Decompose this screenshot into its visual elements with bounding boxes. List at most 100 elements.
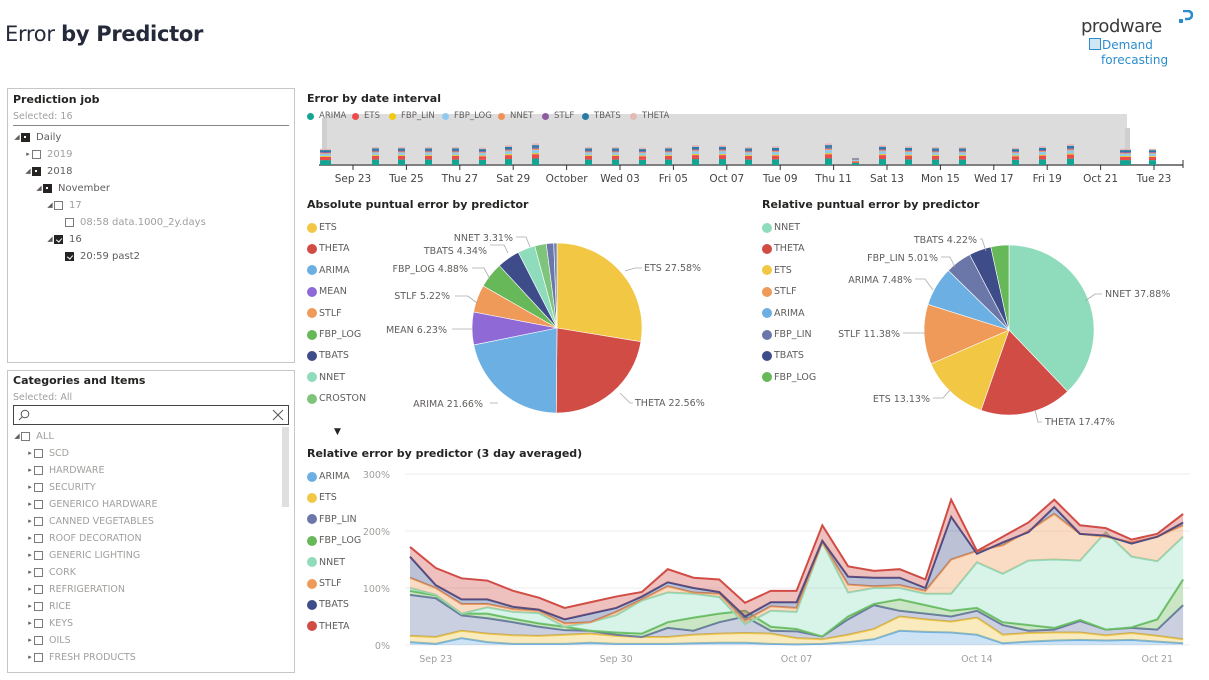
legend-item[interactable]: THETA	[307, 243, 350, 254]
tree-node[interactable]: ◢ Daily	[13, 129, 61, 145]
checkbox[interactable]	[54, 200, 63, 210]
legend-item[interactable]: TBATS	[762, 350, 804, 361]
timeline-legend-item[interactable]: NNET	[498, 111, 533, 121]
timeline-chart[interactable]: Sep 23 Tue 25 Thu 27 Sat 29 October Wed 03 Fri…	[305, 108, 1195, 188]
category-item[interactable]: ▸ REFRIGERATION	[26, 581, 125, 597]
legend-item[interactable]: NNET	[762, 222, 800, 233]
timeline-bar[interactable]	[532, 143, 539, 165]
caret-collapsed-icon[interactable]: ▸	[26, 551, 34, 559]
timeline-legend-item[interactable]: ARIMA	[307, 111, 346, 121]
category-item[interactable]: ▸ KEYS	[26, 615, 73, 631]
caret-collapsed-icon[interactable]: ▸	[26, 602, 34, 610]
checkbox[interactable]	[34, 567, 43, 577]
timeline-bar[interactable]	[692, 145, 699, 165]
categories-search-input[interactable]	[34, 407, 264, 421]
caret-collapsed-icon[interactable]: ▸	[26, 466, 34, 474]
timeline-bar[interactable]	[905, 146, 912, 165]
area-chart[interactable]: 0% 100% 200% 300% Sep 23 Sep 30 Oct 07 Oct 14 Oc…	[360, 462, 1209, 677]
timeline-bar[interactable]	[745, 147, 752, 165]
legend-item[interactable]: TBATS	[307, 350, 349, 361]
legend-item[interactable]: STLF	[307, 578, 342, 589]
timeline-bar[interactable]	[398, 147, 405, 165]
timeline-bar[interactable]	[585, 147, 592, 165]
timeline-bar[interactable]	[505, 145, 512, 165]
checkbox[interactable]	[65, 251, 74, 261]
category-item[interactable]: ▸ OILS	[26, 632, 70, 648]
timeline-bar[interactable]	[665, 147, 672, 165]
legend-item[interactable]: THETA	[307, 621, 350, 632]
caret-expanded-icon[interactable]: ◢	[13, 133, 21, 141]
checkbox[interactable]	[34, 584, 43, 594]
category-item[interactable]: ▸ HARDWARE	[26, 462, 104, 478]
timeline-bar[interactable]	[612, 147, 619, 165]
legend-item[interactable]: NNET	[307, 557, 345, 568]
checkbox[interactable]	[34, 533, 43, 543]
caret-collapsed-icon[interactable]: ▸	[26, 500, 34, 508]
clear-search-icon[interactable]	[272, 409, 284, 421]
timeline-bar[interactable]	[324, 148, 331, 165]
tree-node[interactable]: ◢ November	[35, 180, 110, 196]
timeline-bar[interactable]	[479, 147, 486, 165]
caret-expanded-icon[interactable]: ◢	[35, 184, 43, 192]
timeline-bar[interactable]	[1067, 144, 1074, 165]
caret-expanded-icon[interactable]: ◢	[24, 167, 32, 175]
timeline-legend-item[interactable]: FBP_LOG	[442, 111, 492, 121]
caret-expanded-icon[interactable]: ◢	[46, 201, 54, 209]
category-item[interactable]: ▸ SECURITY	[26, 479, 95, 495]
checkbox[interactable]	[34, 601, 43, 611]
timeline-bar[interactable]	[1149, 148, 1156, 165]
timeline-bar[interactable]	[932, 147, 939, 165]
category-item[interactable]: ▸ ROOF DECORATION	[26, 530, 141, 546]
timeline-bar[interactable]	[1012, 147, 1019, 165]
caret-expanded-icon[interactable]: ◢	[13, 432, 21, 440]
legend-item[interactable]: STLF	[307, 308, 342, 319]
timeline-bar[interactable]	[372, 147, 379, 165]
checkbox[interactable]	[21, 132, 30, 142]
checkbox[interactable]	[34, 482, 43, 492]
category-item[interactable]: ▸ FRESH PRODUCTS	[26, 649, 136, 665]
timeline-bar[interactable]	[959, 147, 966, 165]
legend-item[interactable]: TBATS	[307, 599, 349, 610]
legend-item[interactable]: ETS	[307, 222, 337, 233]
legend-item[interactable]: MEAN	[307, 286, 347, 297]
tree-node[interactable]: ◢ 2018	[24, 163, 72, 179]
checkbox[interactable]	[34, 635, 43, 645]
timeline-legend-item[interactable]: STLF	[542, 111, 574, 121]
timeline-bar[interactable]	[852, 157, 859, 165]
checkbox[interactable]	[34, 618, 43, 628]
checkbox[interactable]	[34, 499, 43, 509]
legend-item[interactable]: FBP_LIN	[307, 514, 357, 525]
legend-item[interactable]: THETA	[762, 243, 805, 254]
categories-scrollbar[interactable]	[282, 427, 289, 507]
tree-node[interactable]: 20:59 past2	[57, 248, 140, 264]
timeline-bar[interactable]	[1039, 146, 1046, 165]
legend-item[interactable]: ARIMA	[307, 471, 350, 482]
checkbox[interactable]	[32, 149, 41, 159]
pie-slice-ets[interactable]	[556, 242, 643, 343]
caret-collapsed-icon[interactable]: ▸	[26, 585, 34, 593]
checkbox[interactable]	[54, 234, 63, 244]
legend-item[interactable]: ETS	[307, 492, 337, 503]
timeline-bar[interactable]	[425, 147, 432, 165]
category-item[interactable]: ▸ RICE	[26, 598, 71, 614]
caret-collapsed-icon[interactable]: ▸	[26, 534, 34, 542]
caret-collapsed-icon[interactable]: ▸	[26, 653, 34, 661]
category-item[interactable]: ▸ CORK	[26, 564, 76, 580]
legend-item[interactable]: ETS	[762, 265, 792, 276]
legend-item[interactable]: FBP_LOG	[762, 372, 816, 383]
checkbox[interactable]	[34, 465, 43, 475]
timeline-bar[interactable]	[825, 143, 832, 165]
timeline-bar[interactable]	[1124, 148, 1131, 165]
tree-node[interactable]: 08:58 data.1000_2y.days	[57, 214, 206, 230]
category-item[interactable]: ▸ GENERIC LIGHTING	[26, 547, 140, 563]
timeline-bar[interactable]	[719, 145, 726, 165]
caret-expanded-icon[interactable]: ◢	[46, 235, 54, 243]
timeline-bar[interactable]	[452, 147, 459, 165]
legend-item[interactable]: CROSTON	[307, 393, 366, 404]
checkbox[interactable]	[34, 550, 43, 560]
checkbox[interactable]	[34, 652, 43, 662]
legend-item[interactable]: NNET	[307, 372, 345, 383]
legend-item[interactable]: FBP_LOG	[307, 329, 361, 340]
category-item[interactable]: ▸ SCD	[26, 445, 69, 461]
tree-node[interactable]: ◢ 17	[46, 197, 81, 213]
